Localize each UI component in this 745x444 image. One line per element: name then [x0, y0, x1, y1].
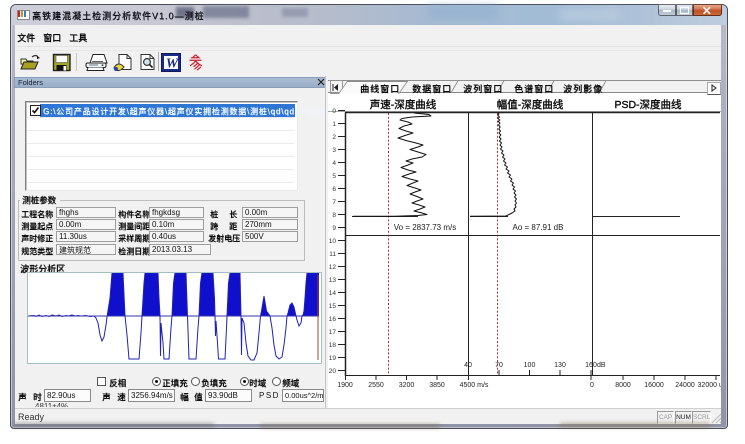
svg-text:70: 70: [495, 362, 503, 369]
svg-text:13: 13: [329, 277, 337, 284]
svg-text:11: 11: [329, 251, 336, 258]
svg-text:6: 6: [332, 186, 336, 193]
svg-text:Ao = 87.91 dB: Ao = 87.91 dB: [513, 223, 564, 232]
svg-text:16000: 16000: [644, 382, 664, 389]
svg-text:160: 160: [585, 362, 597, 369]
svg-text:40: 40: [464, 362, 472, 369]
svg-text:1: 1: [332, 121, 336, 128]
svg-text:W: W: [166, 57, 180, 72]
svg-text:声速-深度曲线: 声速-深度曲线: [370, 98, 437, 111]
svg-text:2: 2: [332, 134, 336, 141]
svg-text:u: u: [719, 382, 721, 389]
svg-text:3: 3: [332, 147, 336, 154]
svg-text:10: 10: [329, 238, 337, 245]
svg-text:dB: dB: [597, 362, 606, 369]
svg-text:100: 100: [524, 362, 536, 369]
svg-text:8: 8: [332, 212, 336, 219]
svg-text:24000: 24000: [675, 382, 695, 389]
svg-text:4500 m/s: 4500 m/s: [460, 382, 489, 389]
svg-text:18: 18: [329, 342, 337, 349]
svg-text:0: 0: [590, 382, 594, 389]
svg-text:3850: 3850: [429, 382, 445, 389]
svg-text:19: 19: [329, 355, 337, 362]
svg-text:15: 15: [329, 303, 337, 310]
svg-text:1900: 1900: [337, 382, 353, 389]
svg-text:5: 5: [332, 173, 336, 180]
svg-text:3200: 3200: [399, 382, 415, 389]
svg-text:130: 130: [554, 362, 566, 369]
svg-text:32000: 32000: [698, 382, 718, 389]
svg-text:0: 0: [332, 108, 336, 115]
svg-text:8000: 8000: [615, 382, 631, 389]
svg-text:20: 20: [329, 368, 337, 375]
svg-text:9: 9: [332, 225, 336, 232]
svg-text:Vo = 2837.73 m/s: Vo = 2837.73 m/s: [394, 223, 457, 232]
svg-text:14: 14: [329, 290, 337, 297]
svg-text:幅值-深度曲线: 幅值-深度曲线: [497, 98, 564, 111]
svg-text:2550: 2550: [368, 382, 384, 389]
svg-text:4: 4: [332, 160, 336, 167]
svg-text:PSD-深度曲线: PSD-深度曲线: [614, 98, 682, 111]
svg-text:12: 12: [329, 264, 337, 271]
svg-text:7: 7: [332, 199, 336, 206]
svg-text:17: 17: [329, 329, 337, 336]
svg-text:16: 16: [329, 316, 337, 323]
